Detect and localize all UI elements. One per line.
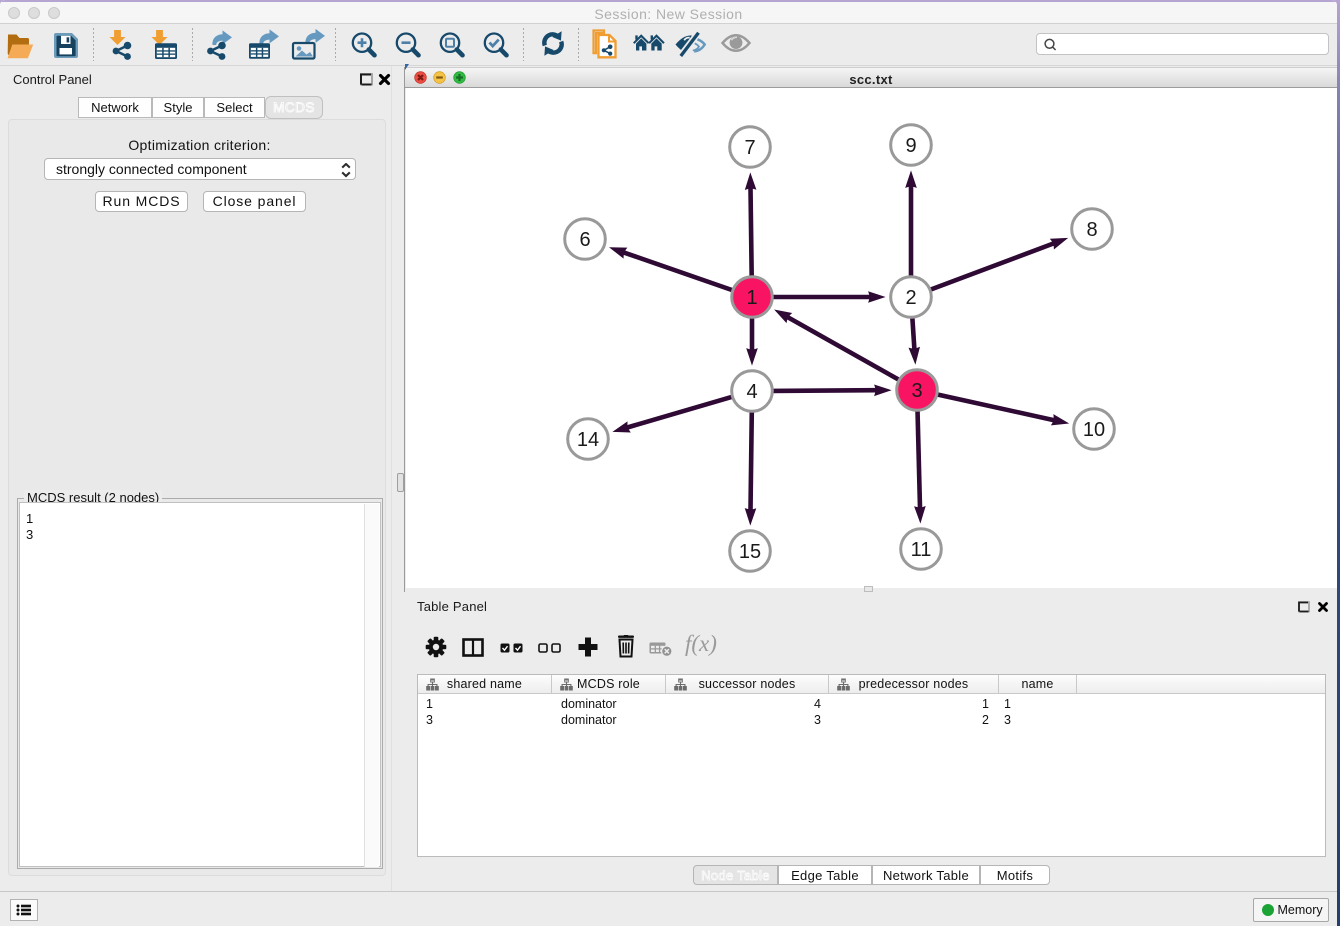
- svg-text:4: 4: [746, 381, 757, 403]
- svg-text:8: 8: [1086, 219, 1097, 241]
- svg-text:11: 11: [911, 539, 932, 561]
- svg-text:1: 1: [746, 287, 757, 309]
- svg-text:6: 6: [579, 229, 590, 251]
- svg-text:7: 7: [744, 137, 755, 159]
- svg-text:14: 14: [577, 429, 599, 451]
- svg-text:3: 3: [911, 380, 922, 402]
- svg-text:2: 2: [905, 287, 916, 309]
- svg-text:Memory: Memory: [1278, 903, 1324, 917]
- svg-text:15: 15: [739, 541, 761, 563]
- svg-text:10: 10: [1083, 419, 1105, 441]
- svg-text:9: 9: [905, 135, 916, 157]
